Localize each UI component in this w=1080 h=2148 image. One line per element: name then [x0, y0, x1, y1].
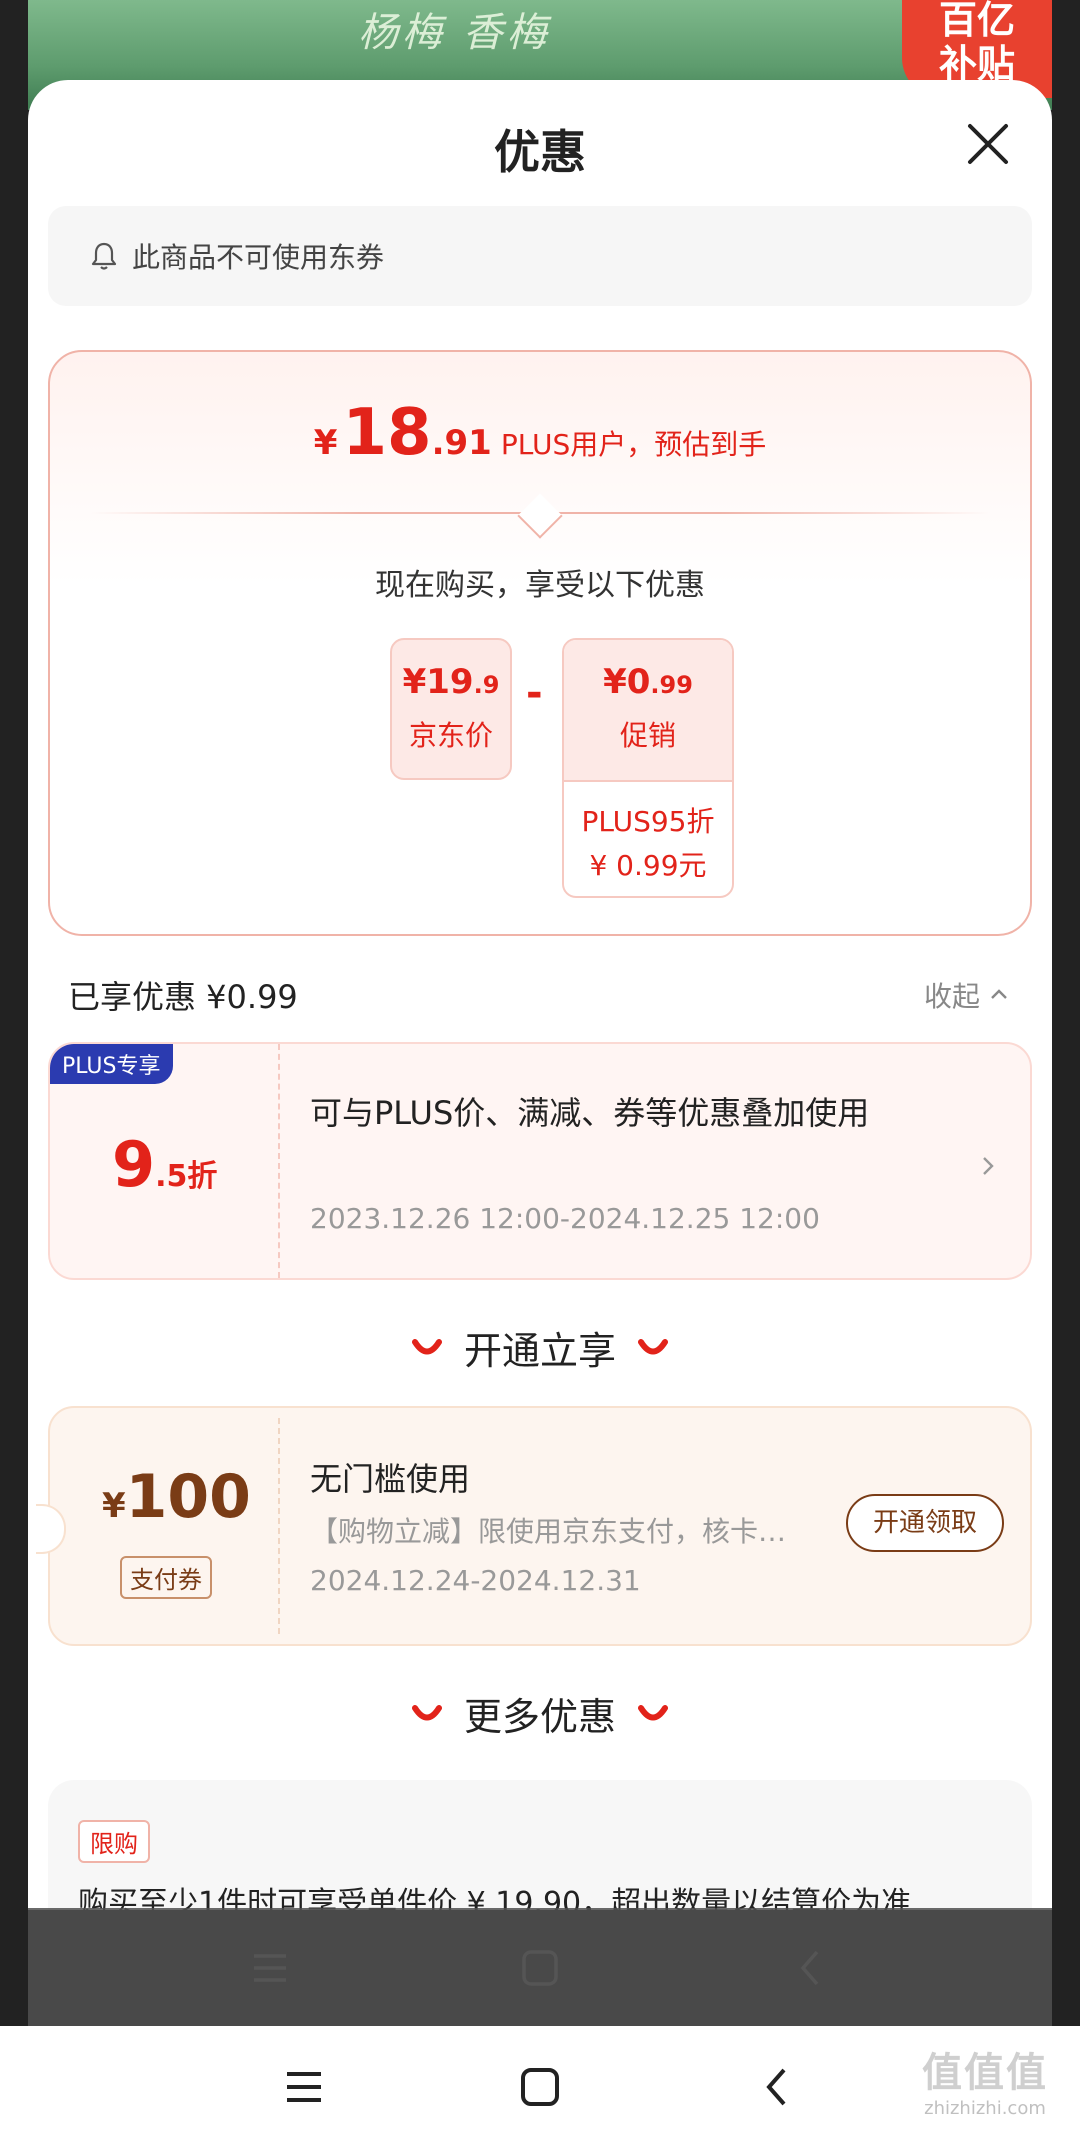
promo-box: ¥0.99 促销 PLUS95折 ¥ 0.99元: [562, 638, 734, 898]
watermark: 值值值 zhizhizhi.com: [910, 2040, 1060, 2119]
promo-detail-line1: PLUS95折: [581, 805, 715, 838]
section-more-title: 更多优惠: [28, 1686, 1052, 1741]
chevron-up-icon: [991, 989, 1007, 999]
home-square-icon: [522, 1950, 558, 1986]
limit-text: 购买至少1件时可享受单件价 ¥ 19.90，超出数量以结算价为准: [78, 1886, 912, 1910]
coupon-notice: 此商品不可使用东券: [48, 206, 1032, 306]
est-yen: ¥: [313, 423, 338, 463]
limit-tag: 限购: [78, 1820, 150, 1863]
est-int: 18: [342, 396, 432, 470]
back-button[interactable]: [658, 2066, 894, 2108]
pay-coupon-card: ¥100 支付券 无门槛使用 【购物立减】限使用京东支付，核卡… 2024.12…: [36, 1406, 1032, 1646]
section-open-title: 开通立享: [28, 1320, 1052, 1375]
smile-icon: [638, 1704, 668, 1720]
promo-detail-line2: ¥ 0.99元: [589, 849, 707, 882]
chevron-right-icon: [983, 1157, 994, 1175]
pay-coupon-title: 无门槛使用: [310, 1460, 471, 1498]
divider-notch: [517, 493, 563, 539]
inner-back-button[interactable]: [675, 1948, 945, 1988]
enjoyed-label: 已享优惠 ¥0.99: [68, 978, 298, 1016]
home-button[interactable]: [422, 2066, 658, 2108]
coupon-notch: [36, 1504, 66, 1554]
promo-value: ¥0.99: [603, 662, 693, 702]
activate-claim-button[interactable]: 开通领取: [846, 1494, 1004, 1552]
est-dec: .91: [431, 423, 492, 463]
discount-sheet: 优惠 此商品不可使用东券 ¥ 18.91 PLUS用户，预估到手 现在购买，享受…: [28, 80, 1052, 1910]
est-label: PLUS用户，预估到手: [500, 428, 767, 461]
close-icon: [968, 124, 1008, 164]
bell-icon: [91, 242, 117, 270]
subsidy-badge-line1: 百亿: [938, 0, 1015, 42]
now-buy-text: 现在购买，享受以下优惠: [375, 568, 705, 603]
collapse-label: 收起: [923, 980, 980, 1013]
promo-label: 促销: [619, 719, 676, 752]
pay-coupon-date: 2024.12.24-2024.12.31: [310, 1564, 641, 1597]
enjoyed-row: 已享优惠 ¥0.99 收起: [68, 970, 1012, 1020]
jd-price-value: ¥19.9: [402, 662, 500, 702]
sheet-title: 优惠: [494, 125, 586, 179]
pay-coupon-amount: ¥100: [102, 1462, 251, 1532]
inner-nav-bar: [28, 1908, 1052, 2028]
back-icon: [766, 2068, 786, 2106]
smile-icon: [411, 1338, 442, 1354]
estimated-price: ¥ 18.91 PLUS用户，预估到手: [50, 396, 1030, 470]
plus-coupon-date: 2023.12.26 12:00-2024.12.25 12:00: [310, 1202, 820, 1235]
collapse-button[interactable]: 收起: [924, 975, 1012, 1015]
limit-purchase-card: 限购 购买至少1件时可享受单件价 ¥ 19.90，超出数量以结算价为准: [48, 1780, 1032, 1910]
price-estimate-card: ¥ 18.91 PLUS用户，预估到手 现在购买，享受以下优惠 ¥19.9 京东…: [48, 350, 1032, 936]
smile-icon: [638, 1338, 668, 1354]
menu-button[interactable]: [186, 2068, 422, 2106]
plus-coupon-card[interactable]: PLUS专享 9.5折 可与PLUS价、满减、券等优惠叠加使用 2023.12.…: [48, 1042, 1032, 1280]
jd-price-box: ¥19.9 京东价: [390, 638, 512, 780]
menu-icon: [254, 1954, 286, 1982]
plus-badge: PLUS专享: [50, 1044, 173, 1084]
smile-icon: [411, 1704, 442, 1720]
watermark-line2: zhizhizhi.com: [924, 2098, 1046, 2119]
back-icon: [800, 1950, 819, 1986]
plus-discount: 9.5折: [112, 1128, 218, 1201]
close-button[interactable]: [960, 116, 1016, 172]
inner-home-button[interactable]: [405, 1948, 675, 1988]
pay-coupon-desc: 【购物立减】限使用京东支付，核卡…: [310, 1515, 787, 1548]
pay-coupon-type: 支付券: [120, 1556, 212, 1599]
minus-sign: -: [526, 670, 543, 716]
coupon-separator: [278, 1418, 280, 1634]
section-open-label: 开通立享: [463, 1329, 616, 1373]
plus-coupon-desc: 可与PLUS价、满减、券等优惠叠加使用: [310, 1094, 870, 1132]
jd-price-label: 京东价: [408, 719, 493, 752]
watermark-line1: 值值值: [922, 2050, 1048, 2096]
menu-icon: [287, 2072, 321, 2102]
home-square-icon: [521, 2068, 559, 2106]
section-more-label: 更多优惠: [463, 1695, 616, 1739]
coupon-separator: [278, 1044, 280, 1278]
coupon-notice-text: 此商品不可使用东券: [132, 241, 385, 274]
banner-product-text: 杨梅 香梅: [358, 10, 551, 56]
inner-menu-button[interactable]: [135, 1950, 405, 1986]
